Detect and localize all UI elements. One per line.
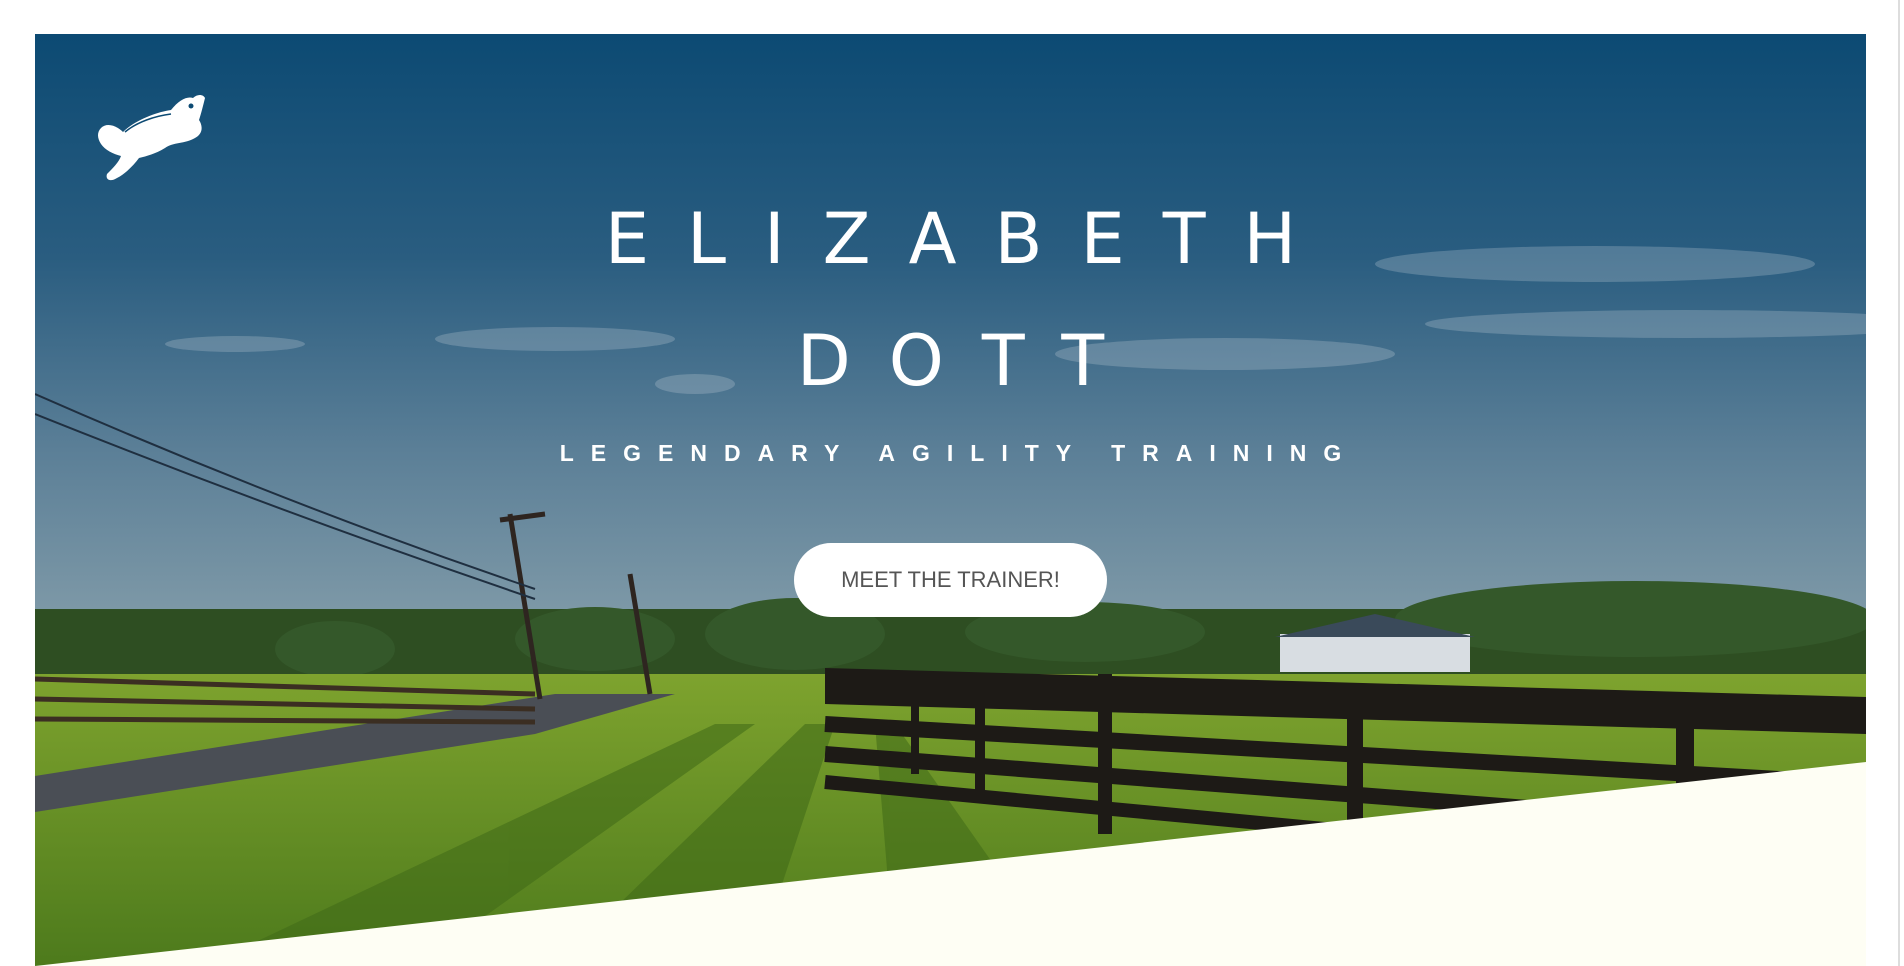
hero-background-image (35, 34, 1866, 966)
title-first-name: ELIZABETH (604, 198, 1335, 280)
leaping-dog-icon[interactable] (95, 92, 209, 182)
barn (1280, 634, 1470, 672)
scrollbar-track (1898, 0, 1900, 966)
hero-section: ELIZABETH DOTT LEGENDARY AGILITY TRAININ… (35, 34, 1866, 966)
tagline: LEGENDARY AGILITY TRAINING (559, 440, 1359, 466)
page-scrollbar[interactable] (1898, 0, 1904, 966)
title-last-name: DOTT (796, 320, 1143, 402)
meet-the-trainer-button[interactable]: MEET THE TRAINER! (794, 543, 1107, 617)
